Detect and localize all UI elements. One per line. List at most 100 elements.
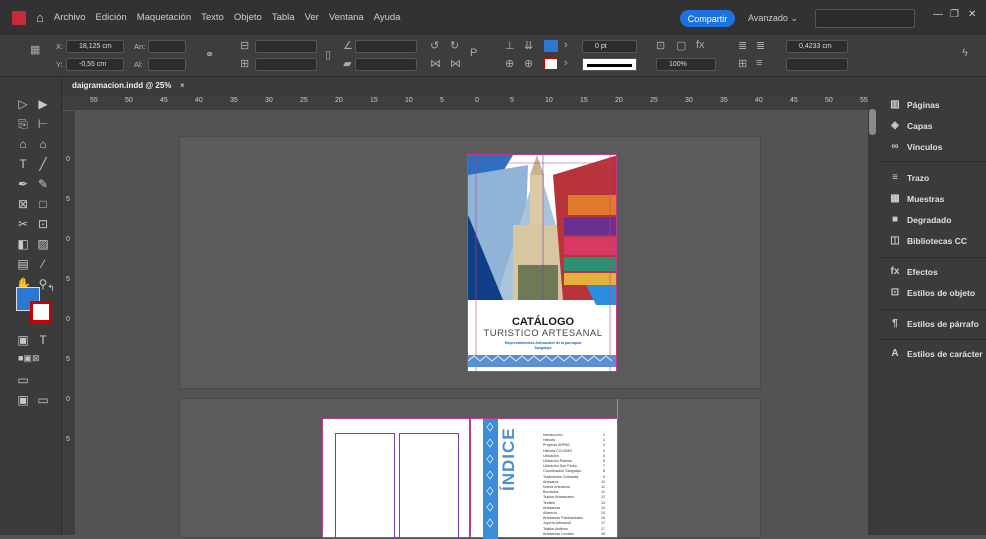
align-right-icon[interactable]: ≣: [756, 39, 765, 52]
panel-item-bibliotecas-cc[interactable]: ◫ Bibliotecas CC: [888, 235, 967, 246]
prev-object-icon[interactable]: ⊕: [505, 57, 514, 70]
minimize-icon[interactable]: —: [933, 9, 943, 20]
opacity-field[interactable]: 100%: [656, 58, 716, 71]
home-icon[interactable]: ⌂: [36, 10, 44, 25]
selection-tool-icon[interactable]: ▷: [16, 97, 30, 111]
swap-colors-icon[interactable]: ↰: [44, 283, 58, 294]
apply-color-icon[interactable]: ■▣⊠: [18, 353, 39, 364]
fill-chevron-icon[interactable]: ›: [564, 39, 568, 51]
panel-item-estilos-de-objeto[interactable]: ⊡ Estilos de objeto: [888, 287, 975, 298]
menu-ayuda[interactable]: Ayuda: [374, 12, 401, 23]
rotate-ccw-icon[interactable]: ↺: [430, 39, 439, 52]
rotate-cw-icon[interactable]: ↻: [450, 39, 459, 52]
constrain-proportions-icon[interactable]: ⚭: [205, 48, 214, 61]
formatting-container-icon[interactable]: ▣: [16, 333, 30, 347]
stroke-weight-field[interactable]: 0 pt: [582, 40, 637, 53]
search-input[interactable]: [815, 9, 915, 28]
document-tab[interactable]: daigramacion.indd @ 25%: [72, 81, 171, 90]
vertical-scrollbar[interactable]: [868, 95, 878, 535]
panel-item-trazo[interactable]: ≡ Trazo: [888, 172, 929, 183]
panel-item-estilos-de-párrafo[interactable]: ¶ Estilos de párrafo: [888, 318, 979, 329]
direct-selection-tool-icon[interactable]: ▶: [36, 97, 50, 111]
panel-item-páginas[interactable]: ▥ Páginas: [888, 99, 939, 110]
rectangle-frame-tool-icon[interactable]: ⊠: [16, 197, 30, 211]
scale-y-icon[interactable]: ⊞: [240, 57, 249, 70]
scale-lock-icon[interactable]: ▯: [325, 48, 331, 61]
line-tool-icon[interactable]: ╱: [36, 157, 50, 171]
pen-tool-icon[interactable]: ✒: [16, 177, 30, 191]
text-frame-icon[interactable]: ▢: [676, 39, 686, 52]
formatting-text-icon[interactable]: T: [36, 333, 50, 347]
stroke-swatch[interactable]: [544, 58, 558, 70]
shear-icon[interactable]: ▰: [343, 57, 351, 70]
align-center-icon[interactable]: ⊞: [738, 57, 747, 70]
menu-objeto[interactable]: Objeto: [234, 12, 262, 23]
left-page[interactable]: [322, 418, 470, 539]
menu-maquetacion[interactable]: Maquetación: [137, 12, 191, 23]
menu-ventana[interactable]: Ventana: [329, 12, 364, 23]
rectangle-tool-icon[interactable]: □: [36, 197, 50, 211]
scale-x-field[interactable]: [255, 40, 317, 53]
stroke-type-select[interactable]: [582, 58, 637, 71]
fx-icon[interactable]: fx: [696, 39, 705, 51]
free-transform-tool-icon[interactable]: ⊡: [36, 217, 50, 231]
paragraph-p-icon[interactable]: P: [470, 47, 477, 59]
panel-item-efectos[interactable]: fx Efectos: [888, 266, 938, 277]
type-tool-icon[interactable]: T: [16, 157, 30, 171]
gradient-swatch-tool-icon[interactable]: ◧: [16, 237, 30, 251]
stroke-color-swatch[interactable]: [30, 301, 52, 323]
panel-item-capas[interactable]: ◈ Capas: [888, 120, 932, 131]
restore-icon[interactable]: ❐: [950, 9, 959, 20]
eyedropper-tool-icon[interactable]: ⁄: [36, 257, 50, 271]
content-placer-icon[interactable]: ⌂: [36, 137, 50, 151]
rotate-icon[interactable]: ∠: [343, 39, 353, 52]
flip-horizontal-icon[interactable]: ⋈: [430, 57, 441, 70]
gradient-feather-tool-icon[interactable]: ▨: [36, 237, 50, 251]
x-field[interactable]: 18,125 cm: [66, 40, 124, 53]
note-tool-icon[interactable]: ▤: [16, 257, 30, 271]
align-left-icon[interactable]: ≣: [738, 39, 747, 52]
scale-y-field[interactable]: [255, 58, 317, 71]
screen-mode-icon[interactable]: ▭: [16, 373, 30, 387]
preview-mode-icon[interactable]: ▣: [16, 393, 30, 407]
gutter-field[interactable]: 0,4233 cm: [786, 40, 848, 53]
fill-swatch[interactable]: [544, 40, 558, 52]
gap-tool-icon[interactable]: ⊢: [36, 117, 50, 131]
frame-fitting-icon[interactable]: ⊡: [656, 39, 665, 52]
lightning-icon[interactable]: ϟ: [962, 47, 968, 59]
select-content-icon[interactable]: ⇊: [524, 39, 533, 52]
flip-vertical-icon[interactable]: ⋈: [450, 57, 461, 70]
content-collector-icon[interactable]: ⌂: [16, 137, 30, 151]
next-object-icon[interactable]: ⊕: [524, 57, 533, 70]
scissors-tool-icon[interactable]: ✂: [16, 217, 30, 231]
select-container-icon[interactable]: ⊥: [505, 39, 515, 52]
panel-item-degradado[interactable]: ■ Degradado: [888, 214, 951, 225]
menu-texto[interactable]: Texto: [201, 12, 224, 23]
page-tool-icon[interactable]: ⎘: [16, 117, 30, 132]
align-justify-icon[interactable]: ≡: [756, 57, 762, 69]
panel-item-estilos-de-carácter[interactable]: A Estilos de carácter: [888, 348, 982, 359]
width-field[interactable]: [148, 40, 186, 53]
stroke-chevron-icon[interactable]: ›: [564, 57, 568, 69]
scrollbar-thumb[interactable]: [869, 109, 876, 135]
y-field[interactable]: -0,55 cm: [66, 58, 124, 71]
rotate-field[interactable]: [355, 40, 417, 53]
bleed-mode-icon[interactable]: ▭: [36, 393, 50, 407]
close-icon[interactable]: ✕: [968, 9, 976, 20]
workspace-switcher[interactable]: Avanzado ⌄: [748, 13, 798, 24]
menu-ver[interactable]: Ver: [305, 12, 319, 23]
height-field[interactable]: [148, 58, 186, 71]
index-page[interactable]: ÍNDICE Introducción 2 Historia 3 Proyecto AR…: [470, 418, 618, 539]
menu-tabla[interactable]: Tabla: [272, 12, 295, 23]
pencil-tool-icon[interactable]: ✎: [36, 177, 50, 191]
menu-archivo[interactable]: Archivo: [54, 12, 86, 23]
shear-field[interactable]: [355, 58, 417, 71]
cover-page[interactable]: CATÁLOGO TURISTICO ARTESANAL Emprendimie…: [467, 154, 617, 372]
panel-item-muestras[interactable]: ▦ Muestras: [888, 193, 944, 204]
share-button[interactable]: Compartir: [680, 10, 735, 27]
tab-close-icon[interactable]: ×: [180, 81, 185, 90]
panel-item-vínculos[interactable]: ∞ Vínculos: [888, 141, 942, 152]
style-select[interactable]: [786, 58, 848, 71]
menu-edicion[interactable]: Edición: [96, 12, 127, 23]
scale-x-icon[interactable]: ⊟: [240, 39, 249, 52]
